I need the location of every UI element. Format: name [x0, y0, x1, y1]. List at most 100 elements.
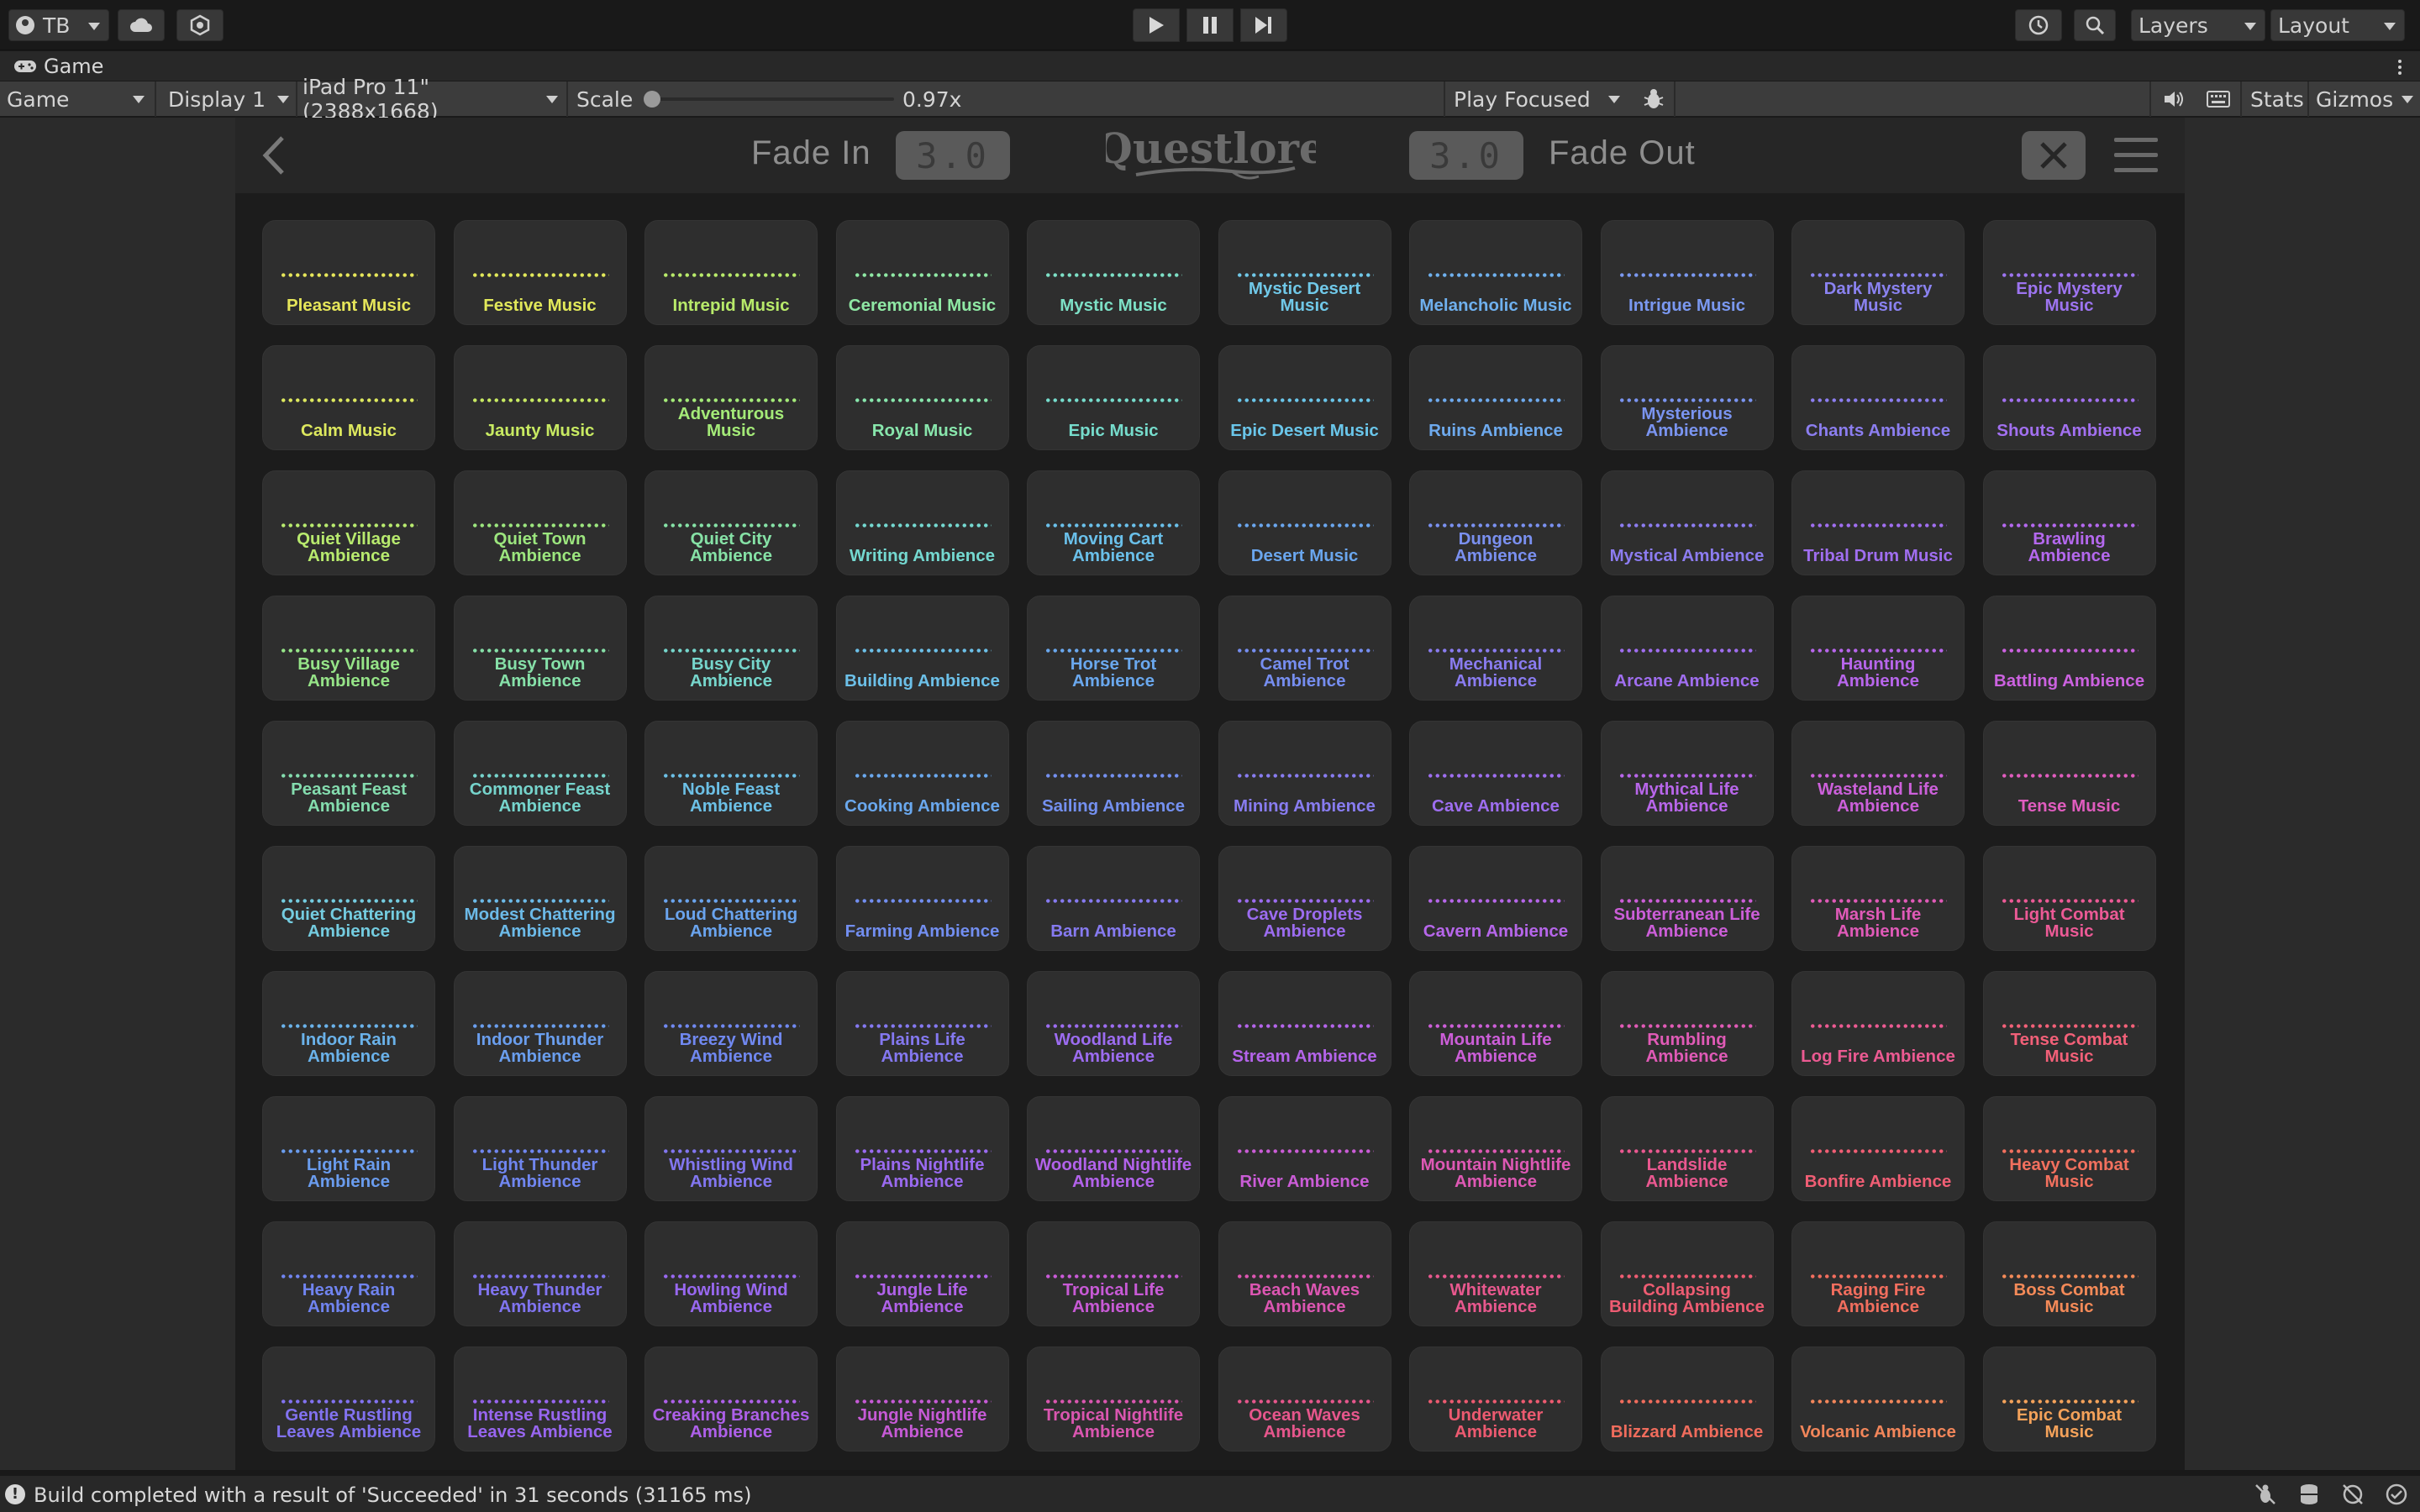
sound-tile[interactable]: Tropical Life Ambience: [1027, 1221, 1200, 1326]
sound-tile[interactable]: Brawling Ambience: [1982, 470, 2156, 575]
sound-tile[interactable]: Woodland Life Ambience: [1027, 971, 1200, 1076]
sound-tile[interactable]: Melancholic Music: [1409, 220, 1582, 325]
sound-tile[interactable]: Wasteland Life Ambience: [1791, 721, 1965, 826]
sound-tile[interactable]: Landslide Ambience: [1600, 1096, 1774, 1201]
stats-button[interactable]: Stats: [2244, 84, 2307, 114]
undo-history-button[interactable]: [2015, 9, 2062, 41]
more-options-icon[interactable]: [2398, 58, 2403, 76]
check-circle-icon[interactable]: [2385, 1483, 2408, 1506]
sound-tile[interactable]: Cooking Ambience: [835, 721, 1009, 826]
sound-tile[interactable]: Rumbling Ambience: [1600, 971, 1774, 1076]
sound-tile[interactable]: Epic Music: [1027, 345, 1200, 450]
cache-server-icon[interactable]: [2297, 1483, 2321, 1506]
sound-tile[interactable]: Breezy Wind Ambience: [644, 971, 818, 1076]
display-dropdown[interactable]: Display 1: [161, 84, 296, 114]
sound-tile[interactable]: Jaunty Music: [453, 345, 627, 450]
sound-tile[interactable]: Noble Feast Ambience: [644, 721, 818, 826]
account-dropdown[interactable]: TB: [8, 9, 109, 41]
sound-tile[interactable]: Pleasant Music: [262, 220, 435, 325]
sound-tile[interactable]: Barn Ambience: [1027, 846, 1200, 951]
scale-slider[interactable]: [644, 91, 894, 108]
sound-tile[interactable]: Heavy Thunder Ambience: [453, 1221, 627, 1326]
sound-tile[interactable]: Ruins Ambience: [1409, 345, 1582, 450]
sound-tile[interactable]: Light Rain Ambience: [262, 1096, 435, 1201]
sound-tile[interactable]: Cave Ambience: [1409, 721, 1582, 826]
sound-tile[interactable]: Creaking Branches Ambience: [644, 1347, 818, 1452]
game-tab[interactable]: Game: [13, 55, 103, 78]
sound-tile[interactable]: Writing Ambience: [835, 470, 1009, 575]
sound-tile[interactable]: Epic Combat Music: [1982, 1347, 2156, 1452]
debug-bug-button[interactable]: [1639, 87, 1669, 112]
sound-tile[interactable]: Blizzard Ambience: [1600, 1347, 1774, 1452]
sound-tile[interactable]: Camel Trot Ambience: [1218, 596, 1392, 701]
sound-tile[interactable]: Intrepid Music: [644, 220, 818, 325]
sound-tile[interactable]: Quiet City Ambience: [644, 470, 818, 575]
sound-tile[interactable]: Chants Ambience: [1791, 345, 1965, 450]
sound-tile[interactable]: River Ambience: [1218, 1096, 1392, 1201]
sound-tile[interactable]: Indoor Thunder Ambience: [453, 971, 627, 1076]
sound-tile[interactable]: Horse Trot Ambience: [1027, 596, 1200, 701]
sound-tile[interactable]: Epic Mystery Music: [1982, 220, 2156, 325]
resolution-dropdown[interactable]: iPad Pro 11" (2388x1668): [296, 75, 565, 123]
sound-tile[interactable]: Adventurous Music: [644, 345, 818, 450]
sound-tile[interactable]: Jungle Nightlife Ambience: [835, 1347, 1009, 1452]
sound-tile[interactable]: Moving Cart Ambience: [1027, 470, 1200, 575]
sound-tile[interactable]: Modest Chattering Ambience: [453, 846, 627, 951]
sound-tile[interactable]: Tense Music: [1982, 721, 2156, 826]
sound-tile[interactable]: Light Thunder Ambience: [453, 1096, 627, 1201]
sound-tile[interactable]: Volcanic Ambience: [1791, 1347, 1965, 1452]
keyboard-shortcuts-button[interactable]: [2203, 87, 2233, 112]
sound-tile[interactable]: Heavy Combat Music: [1982, 1096, 2156, 1201]
sound-tile[interactable]: Building Ambience: [835, 596, 1009, 701]
sound-tile[interactable]: Busy Village Ambience: [262, 596, 435, 701]
sound-tile[interactable]: Marsh Life Ambience: [1791, 846, 1965, 951]
scale-slider-handle[interactable]: [644, 91, 660, 108]
sound-tile[interactable]: Dark Mystery Music: [1791, 220, 1965, 325]
sound-tile[interactable]: Loud Chattering Ambience: [644, 846, 818, 951]
back-button[interactable]: [257, 134, 291, 176]
sound-tile[interactable]: Royal Music: [835, 345, 1009, 450]
sound-tile[interactable]: Plains Nightlife Ambience: [835, 1096, 1009, 1201]
sound-tile[interactable]: Tropical Nightlife Ambience: [1027, 1347, 1200, 1452]
sound-tile[interactable]: Calm Music: [262, 345, 435, 450]
sound-tile[interactable]: Mythical Life Ambience: [1600, 721, 1774, 826]
sound-tile[interactable]: Cave Droplets Ambience: [1218, 846, 1392, 951]
sound-tile[interactable]: Heavy Rain Ambience: [262, 1221, 435, 1326]
sound-tile[interactable]: Intrigue Music: [1600, 220, 1774, 325]
sound-tile[interactable]: Whistling Wind Ambience: [644, 1096, 818, 1201]
sound-tile[interactable]: Cavern Ambience: [1409, 846, 1582, 951]
sound-tile[interactable]: Quiet Town Ambience: [453, 470, 627, 575]
sound-tile[interactable]: Subterranean Life Ambience: [1600, 846, 1774, 951]
status-message[interactable]: Build completed with a result of 'Succee…: [34, 1483, 751, 1507]
sound-tile[interactable]: Peasant Feast Ambience: [262, 721, 435, 826]
sound-tile[interactable]: Shouts Ambience: [1982, 345, 2156, 450]
sound-tile[interactable]: Epic Desert Music: [1218, 345, 1392, 450]
network-off-icon[interactable]: [2341, 1483, 2365, 1506]
sound-tile[interactable]: Raging Fire Ambience: [1791, 1221, 1965, 1326]
sound-tile[interactable]: Dungeon Ambience: [1409, 470, 1582, 575]
sound-tile[interactable]: Commoner Feast Ambience: [453, 721, 627, 826]
audio-mute-button[interactable]: [2160, 87, 2190, 112]
pause-button[interactable]: [1186, 8, 1234, 42]
sound-tile[interactable]: Mountain Life Ambience: [1409, 971, 1582, 1076]
debug-off-icon[interactable]: [2254, 1483, 2277, 1506]
fade-in-input[interactable]: 3.0: [896, 131, 1010, 180]
sound-tile[interactable]: Bonfire Ambience: [1791, 1096, 1965, 1201]
sound-tile[interactable]: Mysterious Ambience: [1600, 345, 1774, 450]
sound-tile[interactable]: Ceremonial Music: [835, 220, 1009, 325]
sound-tile[interactable]: Plains Life Ambience: [835, 971, 1009, 1076]
sound-tile[interactable]: Mechanical Ambience: [1409, 596, 1582, 701]
search-button[interactable]: [2074, 9, 2116, 41]
sound-tile[interactable]: Battling Ambience: [1982, 596, 2156, 701]
sound-tile[interactable]: Tribal Drum Music: [1791, 470, 1965, 575]
sound-tile[interactable]: Woodland Nightlife Ambience: [1027, 1096, 1200, 1201]
cloud-button[interactable]: [118, 9, 165, 41]
sound-tile[interactable]: Busy City Ambience: [644, 596, 818, 701]
sound-tile[interactable]: Desert Music: [1218, 470, 1392, 575]
sound-tile[interactable]: Stream Ambience: [1218, 971, 1392, 1076]
sound-tile[interactable]: Ocean Waves Ambience: [1218, 1347, 1392, 1452]
view-mode-dropdown[interactable]: Game: [0, 84, 151, 114]
sound-tile[interactable]: Quiet Village Ambience: [262, 470, 435, 575]
sound-tile[interactable]: Collapsing Building Ambience: [1600, 1221, 1774, 1326]
services-button[interactable]: [176, 9, 224, 41]
